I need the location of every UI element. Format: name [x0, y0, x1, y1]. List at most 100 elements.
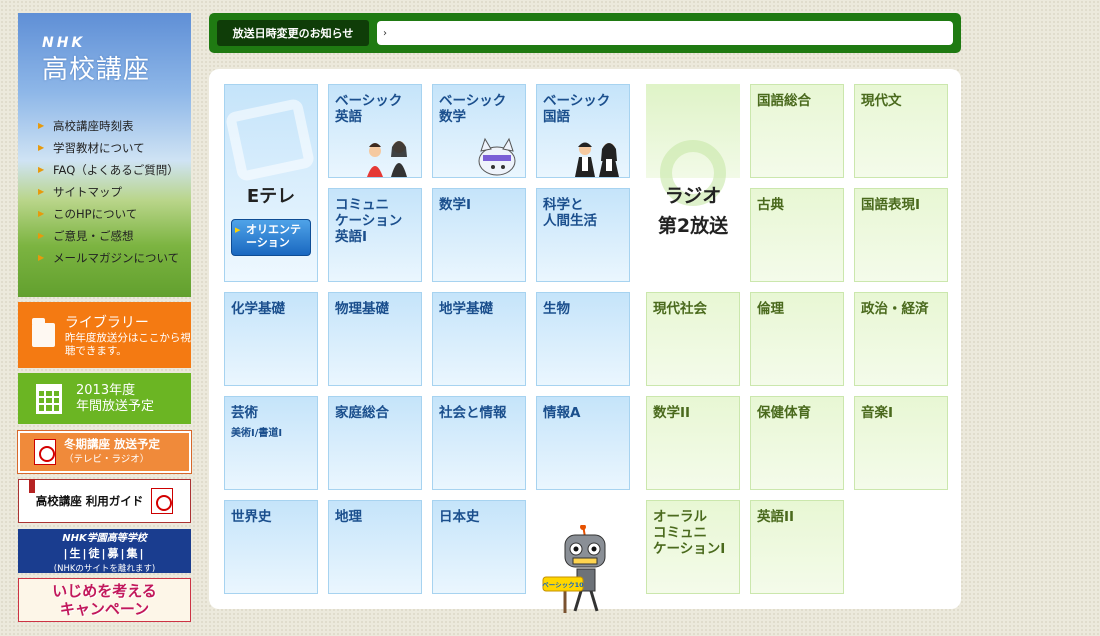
menu-item-sitemap[interactable]: ▶ サイトマップ: [38, 181, 179, 203]
triangle-bullet-icon: ▶: [38, 253, 45, 262]
nhk-gakuen-banner[interactable]: NHK学園高等学校 |生|徒|募|集| (NHKのサイトを離れます): [18, 529, 191, 574]
triangle-bullet-icon: ▶: [38, 121, 45, 130]
anti-bullying-campaign-banner[interactable]: いじめを考える キャンペーン: [18, 578, 191, 622]
annual-schedule-banner[interactable]: 2013年度 年間放送予定: [18, 373, 191, 424]
tile-label: 情報A: [543, 405, 581, 421]
campaign-line1: いじめを考える: [52, 582, 157, 600]
triangle-bullet-icon: ▶: [38, 165, 45, 174]
tile-sublabel: 美術I/書道I: [231, 428, 283, 439]
tile-basic-english[interactable]: ベーシック 英語: [328, 84, 422, 178]
program-grid-panel: Eテレ オリエンテーション ラジオ 第2放送 ベーシック 英語 ベーシック 数学…: [209, 69, 961, 613]
tile-basic-math[interactable]: ベーシック 数学: [432, 84, 526, 178]
tile-math-2[interactable]: 数学II: [646, 396, 740, 490]
tile-label: オーラル コミュニ ケーションI: [653, 509, 726, 557]
tile-label: コミュニ ケーション 英語I: [335, 197, 403, 245]
tile-biology[interactable]: 生物: [536, 292, 630, 386]
tile-society-and-information[interactable]: 社会と情報: [432, 396, 526, 490]
tile-ethics[interactable]: 倫理: [750, 292, 844, 386]
usage-guide-label: 高校講座 利用ガイド: [35, 494, 144, 508]
sidebar-header: NHK 高校講座 ▶ 高校講座時刻表 ▶ 学習教材について ▶ FAQ（よくあるご質問…: [18, 13, 191, 297]
tile-label: 数学II: [653, 405, 691, 421]
tile-politics-economics[interactable]: 政治・経済: [854, 292, 948, 386]
usage-guide-banner[interactable]: 高校講座 利用ガイド: [18, 479, 191, 523]
tile-japanese-expression-1[interactable]: 国語表現I: [854, 188, 948, 282]
schedule-label: 年間放送予定: [76, 398, 155, 414]
calendar-icon: [36, 383, 62, 414]
etele-section-header: Eテレ オリエンテーション: [224, 84, 318, 282]
tile-label: 古典: [757, 197, 784, 213]
triangle-bullet-icon: ▶: [38, 209, 45, 218]
tile-label: 地学基礎: [439, 301, 493, 317]
tile-label: 現代社会: [653, 301, 707, 317]
menu-item-faq[interactable]: ▶ FAQ（よくあるご質問）: [38, 159, 179, 181]
winter-title: 冬期講座 放送予定: [64, 437, 161, 451]
tv-decoration-icon: [224, 97, 316, 183]
menu-item-label: 高校講座時刻表: [53, 119, 134, 133]
tile-label: 数学I: [439, 197, 472, 213]
menu-item-materials[interactable]: ▶ 学習教材について: [38, 137, 179, 159]
tile-basic-japanese[interactable]: ベーシック 国語: [536, 84, 630, 178]
menu-item-label: サイトマップ: [53, 185, 122, 199]
tile-music-1[interactable]: 音楽I: [854, 396, 948, 490]
menu-item-label: このHPについて: [53, 207, 138, 221]
notice-ticker[interactable]: ›: [377, 21, 953, 45]
tile-label: 政治・経済: [861, 301, 929, 317]
library-description: 昨年度放送分はここから視聴できます。: [64, 332, 191, 357]
tile-label: 国語表現I: [861, 197, 921, 213]
bookmark-icon: [29, 479, 35, 493]
menu-item-about[interactable]: ▶ このHPについて: [38, 203, 179, 225]
tile-label: 地理: [335, 509, 362, 525]
tile-label: ベーシック 英語: [335, 93, 403, 125]
winter-course-banner[interactable]: 冬期講座 放送予定 （テレビ・ラジオ）: [17, 430, 192, 474]
orientation-button[interactable]: オリエンテーション: [231, 219, 311, 256]
triangle-bullet-icon: ▶: [38, 231, 45, 240]
gakuen-recruit: |生|徒|募|集|: [63, 546, 146, 560]
sidebar: NHK 高校講座 ▶ 高校講座時刻表 ▶ 学習教材について ▶ FAQ（よくあるご質問…: [17, 13, 192, 622]
triangle-bullet-icon: ▶: [38, 143, 45, 152]
tile-math-1[interactable]: 数学I: [432, 188, 526, 282]
tile-arts[interactable]: 芸術 美術I/書道I: [224, 396, 318, 490]
tile-home-economics[interactable]: 家庭総合: [328, 396, 422, 490]
nhk-kokokoza-logo[interactable]: NHK 高校講座: [42, 35, 150, 86]
tile-label: 音楽I: [861, 405, 894, 421]
logo-title: 高校講座: [42, 55, 151, 85]
menu-item-feedback[interactable]: ▶ ご意見・ご感想: [38, 225, 179, 247]
tile-english-2[interactable]: 英語II: [750, 500, 844, 594]
menu-item-timetable[interactable]: ▶ 高校講座時刻表: [38, 115, 179, 137]
menu-item-label: ご意見・ご感想: [53, 229, 134, 243]
tile-information-a[interactable]: 情報A: [536, 396, 630, 490]
robot-mascot-icon[interactable]: ベーシック10: [539, 525, 629, 615]
tile-label: 芸術: [231, 405, 258, 421]
tile-oral-communication-1[interactable]: オーラル コミュニ ケーションI: [646, 500, 740, 594]
tile-health-pe[interactable]: 保健体育: [750, 396, 844, 490]
tile-contemporary-society[interactable]: 現代社会: [646, 292, 740, 386]
tile-science-and-life[interactable]: 科学と 人間生活: [536, 188, 630, 282]
tile-world-history[interactable]: 世界史: [224, 500, 318, 594]
gakuen-name: NHK学園高等学校: [62, 532, 147, 544]
tile-label: 生物: [543, 301, 570, 317]
etele-title: Eテレ: [246, 186, 296, 207]
tile-japanese-general[interactable]: 国語総合: [750, 84, 844, 178]
pdf-icon: [34, 439, 56, 465]
tile-communication-english-1[interactable]: コミュニ ケーション 英語I: [328, 188, 422, 282]
tile-label: 倫理: [757, 301, 784, 317]
tile-label: 化学基礎: [231, 301, 285, 317]
folder-icon: [32, 318, 55, 347]
tile-earth-science-basic[interactable]: 地学基礎: [432, 292, 526, 386]
tile-modern-japanese[interactable]: 現代文: [854, 84, 948, 178]
tile-geography[interactable]: 地理: [328, 500, 422, 594]
tile-label: 国語総合: [757, 93, 811, 109]
menu-item-mailmagazine[interactable]: ▶ メールマガジンについて: [38, 247, 179, 269]
tile-label: 保健体育: [757, 405, 811, 421]
tile-label: ベーシック 国語: [543, 93, 611, 125]
tile-japanese-history[interactable]: 日本史: [432, 500, 526, 594]
library-banner[interactable]: ライブラリー 昨年度放送分はここから視聴できます。: [18, 302, 191, 368]
tile-classics[interactable]: 古典: [750, 188, 844, 282]
notice-label[interactable]: 放送日時変更のお知らせ: [217, 20, 369, 46]
tile-physics-basic[interactable]: 物理基礎: [328, 292, 422, 386]
cat-character-icon: [478, 137, 516, 176]
winter-subtitle: （テレビ・ラジオ）: [64, 454, 150, 465]
pdf-icon: [151, 488, 174, 514]
tile-chemistry-basic[interactable]: 化学基礎: [224, 292, 318, 386]
sidebar-menu: ▶ 高校講座時刻表 ▶ 学習教材について ▶ FAQ（よくあるご質問） ▶ サイトマップ…: [38, 115, 179, 269]
